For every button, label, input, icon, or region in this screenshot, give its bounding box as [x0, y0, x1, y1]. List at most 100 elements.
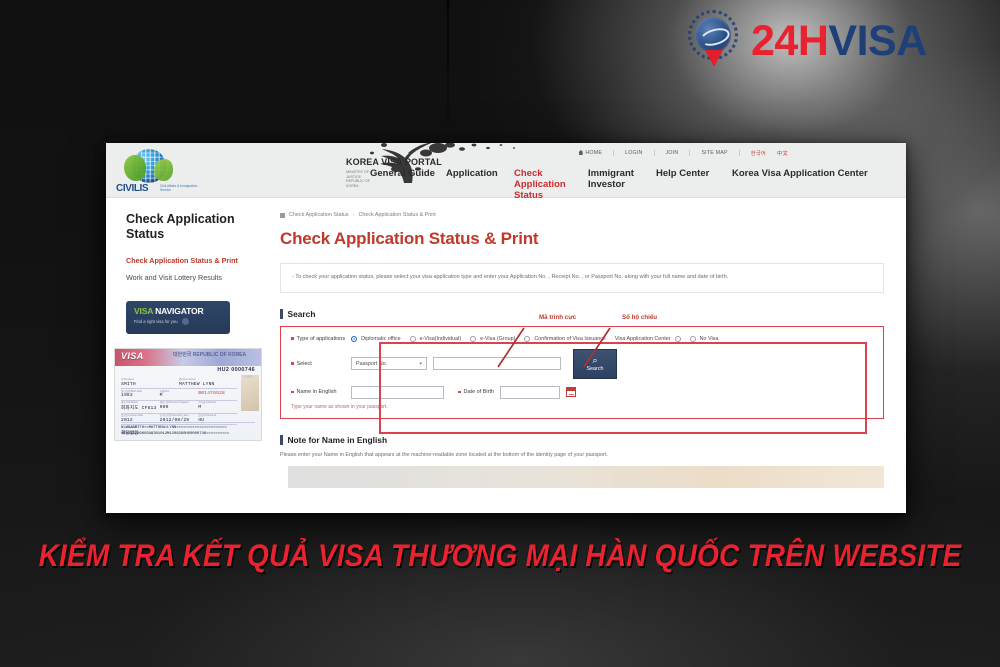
breadcrumb-home-icon[interactable]	[280, 212, 285, 218]
radio-visa-application-center[interactable]: Visa Application Center	[614, 335, 681, 342]
logo-wordmark: CIVILIS	[116, 183, 149, 194]
sidebar-heading: Check Application Status	[126, 212, 235, 242]
search-section-title: Search	[287, 308, 316, 319]
name-in-english-input[interactable]	[351, 385, 444, 399]
search-button-label: Search	[586, 365, 604, 372]
utility-nav: HOME LOGIN JOIN SITE MAP 한국어 中文	[578, 149, 788, 157]
field-value: B01476528	[198, 390, 225, 396]
section-marker	[280, 308, 283, 319]
brand-part-24h: 24H	[751, 16, 829, 65]
logo-subtitle: Civil Affairs & Immigration Service	[160, 184, 198, 193]
site-body: Check Application Status Check Applicati…	[106, 198, 906, 513]
search-form: Type of applications Diplomatic office e…	[280, 325, 884, 419]
radio-icon[interactable]	[674, 335, 681, 342]
search-icon: ⌕	[592, 354, 598, 365]
visa-sample-photo	[241, 375, 259, 412]
radio-label: Diplomatic office	[361, 335, 401, 342]
name-hint: Type your name as shown in your passport…	[291, 403, 388, 410]
type-of-applications-row: Type of applications Diplomatic office e…	[291, 335, 873, 342]
nav-item-check-application-status[interactable]: Check Application Status	[514, 168, 588, 202]
visa-sample-country: 대한민국 REPUBLIC OF KOREA	[173, 351, 247, 358]
radio-confirmation-of-visa-issuance[interactable]: Confirmation of Visa Issuance	[524, 335, 606, 342]
radio-diplomatic-office[interactable]: Diplomatic office	[351, 335, 401, 342]
home-icon	[578, 150, 584, 155]
chevron-down-icon: ▾	[419, 360, 422, 367]
radio-icon[interactable]	[409, 335, 416, 342]
radio-icon[interactable]	[689, 335, 696, 342]
website-screenshot: HOME LOGIN JOIN SITE MAP 한국어 中文 CIVILIS …	[106, 143, 906, 513]
nav-item-help-center[interactable]: Help Center	[656, 168, 732, 180]
utility-item-login[interactable]: LOGIN	[625, 150, 642, 156]
field-value: M	[198, 405, 202, 411]
utility-item-korean[interactable]: 한국어	[751, 149, 766, 157]
search-section-header: Search	[280, 308, 884, 319]
search-button[interactable]: ⌕ Search	[573, 348, 617, 379]
visa-sample-title: VISA	[121, 351, 144, 362]
note-image-strip	[288, 465, 884, 488]
visa-field-row: 성/Surname SMITH 명/Given Name MATTHEW LYNN	[121, 377, 237, 390]
visa-sample-code: HU2 0000746	[217, 367, 255, 374]
select-label: Select	[291, 361, 345, 367]
nav-item-korea-visa-application-center[interactable]: Korea Visa Application Center	[732, 168, 868, 180]
sidebar-item-check-application-status-print[interactable]: Check Application Status & Print	[126, 256, 256, 266]
radio-icon[interactable]	[351, 335, 358, 342]
date-of-birth-input[interactable]	[500, 385, 561, 399]
radio-label: e-Visa (Group)	[480, 335, 516, 342]
bullet-icon	[291, 337, 294, 340]
utility-item-chinese[interactable]: 中文	[777, 149, 788, 157]
sample-visa-image: VISA 대한민국 REPUBLIC OF KOREA HU2 0000746 …	[114, 348, 262, 442]
field-value: MATTHEW LYNN	[179, 381, 215, 387]
breadcrumb-item-2[interactable]: Check Application Status & Print	[358, 212, 435, 218]
utility-item-site-map[interactable]: SITE MAP	[701, 150, 727, 156]
breadcrumb-item-1[interactable]: Check Application Status	[289, 212, 349, 218]
nav-item-application[interactable]: Application	[446, 168, 514, 180]
mrz-line-2: 1234567890USA8301012M1208290HU0000746<<<…	[121, 431, 230, 436]
radio-icon[interactable]	[470, 335, 477, 342]
calendar-icon[interactable]	[566, 387, 577, 398]
bullet-icon	[291, 390, 294, 394]
arrow-circle-icon	[181, 318, 189, 326]
field-value: M	[159, 393, 163, 399]
nav-item-general-guide[interactable]: General Guide	[342, 168, 446, 180]
radio-label: No Visa	[699, 335, 719, 342]
radio-icon[interactable]	[524, 335, 531, 342]
sidebar-item-work-and-visit-lottery-results[interactable]: Work and Visit Lottery Results	[126, 273, 256, 283]
visa-field-row: 체류자격/Status 회화지도 CF613 체류기간/Period of Soj…	[121, 401, 237, 414]
portal-title: KOREA VISA PORTAL	[346, 157, 442, 167]
note-section-header: Note for Name in English	[280, 434, 884, 445]
sidebar: Check Application Status Check Applicati…	[106, 198, 266, 513]
name-in-english-label: Name in English	[291, 389, 345, 395]
note-body: Please enter your Name in English that a…	[280, 451, 608, 458]
field-value: SMITH	[121, 381, 136, 387]
radio-label: Confirmation of Visa Issuance	[534, 335, 606, 342]
civilis-logo[interactable]: CIVILIS Civil Affairs & Immigration Serv…	[114, 148, 202, 194]
nav-item-immigrant-investor[interactable]: Immigrant Investor	[588, 168, 656, 191]
radio-no-visa[interactable]: No Visa	[689, 335, 719, 342]
brand-wordmark: 24HVISA	[751, 16, 927, 65]
document-type-select[interactable]: Passport No. ▾	[351, 357, 427, 371]
visa-field-row: 생년월일/Birth Date 1983 성별/Sex M B01476528	[121, 389, 237, 401]
bullet-icon	[291, 362, 294, 365]
type-of-applications-options: Diplomatic office e-Visa(Individual) e-V…	[351, 335, 727, 342]
visa-navigator-button[interactable]: VISA NAVIGATOR Find a right visa for you	[126, 301, 230, 335]
breadcrumb-separator: ›	[352, 212, 355, 218]
notice-box: - To check your application status, plea…	[280, 263, 884, 293]
24hvisa-seal-icon	[688, 10, 742, 72]
document-number-input[interactable]	[433, 357, 561, 371]
poster-caption: KIỂM TRA KẾT QUẢ VISA THƯƠNG MẠI HÀN QUỐ…	[38, 538, 962, 573]
utility-item-home[interactable]: HOME	[578, 150, 602, 156]
sidebar-menu: Check Application Status & Print Work an…	[126, 256, 256, 284]
radio-e-visa-individual[interactable]: e-Visa(Individual)	[409, 335, 462, 342]
radio-e-visa-group[interactable]: e-Visa (Group)	[470, 335, 516, 342]
radio-label: Visa Application Center	[614, 335, 671, 342]
type-of-applications-label: Type of applications	[291, 336, 345, 342]
visa-navigator-word-visa: VISA	[134, 306, 153, 317]
breadcrumb: Check Application Status › Check Applica…	[280, 212, 884, 218]
visa-navigator-title: VISA NAVIGATOR	[134, 306, 230, 316]
main-content: Check Application Status › Check Applica…	[266, 198, 906, 513]
select-value: Passport No.	[356, 360, 388, 367]
brand-part-visa: VISA	[828, 16, 927, 65]
visa-navigator-tagline-row: Find a right visa for you	[134, 318, 230, 326]
radio-label: e-Visa(Individual)	[419, 335, 462, 342]
utility-item-join[interactable]: JOIN	[666, 150, 679, 156]
